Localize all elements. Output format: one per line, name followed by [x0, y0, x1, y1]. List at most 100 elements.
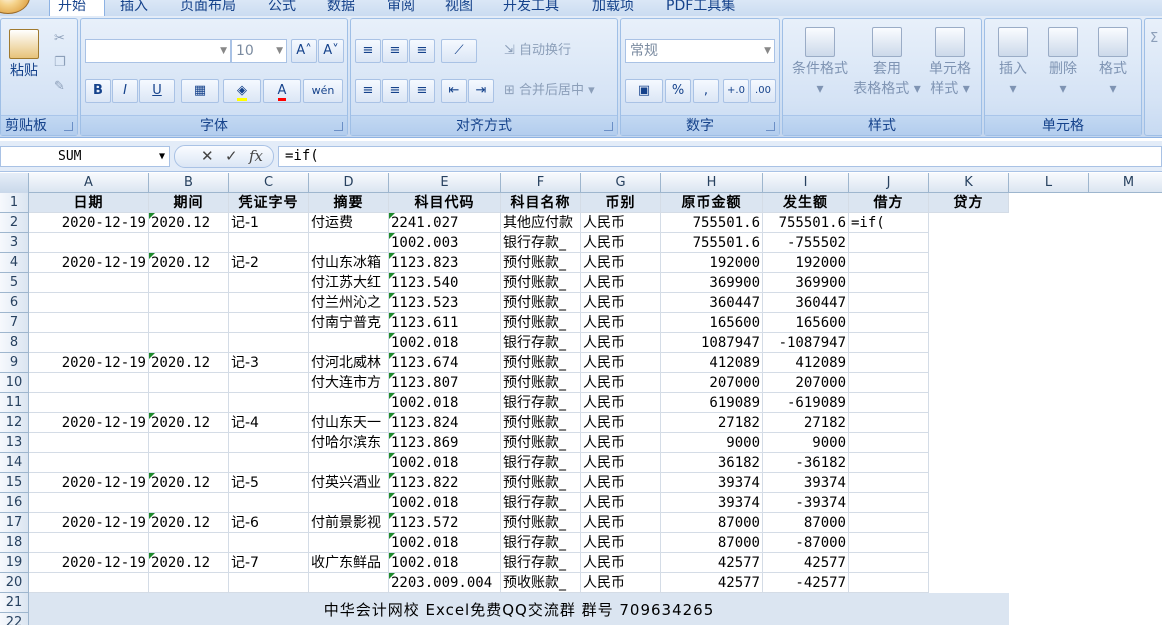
table-cell[interactable]: 银行存款_ — [501, 453, 581, 473]
table-cell[interactable]: 207000 — [661, 373, 763, 393]
table-cell[interactable] — [229, 393, 309, 413]
table-cell[interactable]: 1123.807 — [389, 373, 501, 393]
table-cell[interactable]: 27182 — [661, 413, 763, 433]
row-header-19[interactable]: 19 — [0, 553, 29, 573]
table-cell[interactable] — [229, 333, 309, 353]
cell-styles-button[interactable]: 单元格 样式 ▾ — [921, 27, 979, 99]
table-cell[interactable] — [149, 233, 229, 253]
tab-page-layout[interactable]: 页面布局 — [180, 0, 236, 16]
row-header-16[interactable]: 16 — [0, 493, 29, 513]
table-cell[interactable]: 42577 — [661, 573, 763, 593]
format-as-table-button[interactable]: 套用 表格格式 ▾ — [853, 27, 921, 99]
table-cell[interactable]: 1002.003 — [389, 233, 501, 253]
merge-center-button[interactable]: ⊞ 合并后居中 ▾ — [501, 79, 615, 103]
wrap-text-button[interactable]: ⇲ 自动换行 — [501, 39, 611, 63]
column-header-h[interactable]: H — [661, 173, 763, 193]
row-header-9[interactable]: 9 — [0, 353, 29, 373]
column-header-m[interactable]: M — [1089, 173, 1162, 193]
table-cell[interactable]: 预收账款_ — [501, 573, 581, 593]
table-cell[interactable]: 人民币 — [581, 213, 661, 233]
table-cell[interactable]: 人民币 — [581, 413, 661, 433]
table-cell[interactable]: 2020.12 — [149, 353, 229, 373]
table-cell[interactable]: 1123.611 — [389, 313, 501, 333]
table-cell[interactable] — [309, 393, 389, 413]
table-cell[interactable]: 619089 — [661, 393, 763, 413]
header-cell[interactable]: 贷方 — [929, 193, 1009, 213]
table-cell[interactable]: 1002.018 — [389, 533, 501, 553]
italic-button[interactable]: I — [112, 79, 138, 103]
font-name-select[interactable]: ▼ — [85, 39, 231, 63]
number-launcher-icon[interactable] — [766, 122, 775, 131]
table-cell[interactable] — [849, 373, 929, 393]
align-center-button[interactable]: ≡ — [382, 79, 408, 103]
header-cell[interactable]: 凭证字号 — [229, 193, 309, 213]
table-cell[interactable]: 87000 — [763, 513, 849, 533]
header-cell[interactable]: 科目名称 — [501, 193, 581, 213]
name-box[interactable]: SUM ▼ — [0, 146, 170, 167]
table-cell[interactable]: 付哈尔滨东 — [309, 433, 389, 453]
table-cell[interactable]: 9000 — [661, 433, 763, 453]
row-header-7[interactable]: 7 — [0, 313, 29, 333]
table-cell[interactable] — [849, 453, 929, 473]
table-cell[interactable] — [849, 433, 929, 453]
table-cell[interactable]: 人民币 — [581, 553, 661, 573]
table-cell[interactable] — [29, 313, 149, 333]
table-cell[interactable]: 收广东鲜品 — [309, 553, 389, 573]
column-header-d[interactable]: D — [309, 173, 389, 193]
table-cell[interactable] — [309, 493, 389, 513]
table-cell[interactable]: 人民币 — [581, 333, 661, 353]
table-cell[interactable]: 人民币 — [581, 373, 661, 393]
table-cell[interactable]: 付运费 — [309, 213, 389, 233]
alignment-launcher-icon[interactable] — [604, 122, 613, 131]
table-cell[interactable] — [149, 273, 229, 293]
header-cell[interactable]: 科目代码 — [389, 193, 501, 213]
tab-formulas[interactable]: 公式 — [268, 0, 296, 16]
conditional-format-button[interactable]: 条件格式 ▾ — [787, 27, 853, 99]
tab-addins[interactable]: 加载项 — [592, 0, 634, 16]
table-cell[interactable]: 人民币 — [581, 433, 661, 453]
tab-home[interactable]: 开始 — [49, 0, 105, 16]
table-cell[interactable]: 人民币 — [581, 473, 661, 493]
table-cell[interactable]: 9000 — [763, 433, 849, 453]
table-cell[interactable]: 预付账款_ — [501, 253, 581, 273]
cut-icon[interactable]: ✂ — [51, 27, 73, 47]
table-cell[interactable] — [229, 233, 309, 253]
table-cell[interactable] — [29, 293, 149, 313]
table-cell[interactable] — [149, 373, 229, 393]
office-button[interactable] — [0, 0, 30, 14]
table-cell[interactable] — [849, 313, 929, 333]
table-cell[interactable]: 预付账款_ — [501, 413, 581, 433]
table-cell[interactable] — [309, 453, 389, 473]
table-cell[interactable] — [149, 433, 229, 453]
table-cell[interactable]: 1002.018 — [389, 333, 501, 353]
decrease-decimal-button[interactable]: .00 — [750, 79, 776, 103]
table-cell[interactable] — [849, 513, 929, 533]
table-cell[interactable] — [849, 413, 929, 433]
table-cell[interactable]: 银行存款_ — [501, 533, 581, 553]
delete-cells-button[interactable]: 删除 ▾ — [1039, 27, 1087, 99]
table-cell[interactable] — [29, 453, 149, 473]
font-launcher-icon[interactable] — [334, 122, 343, 131]
row-header-12[interactable]: 12 — [0, 413, 29, 433]
table-cell[interactable] — [849, 393, 929, 413]
table-cell[interactable] — [29, 573, 149, 593]
row-header-17[interactable]: 17 — [0, 513, 29, 533]
comma-button[interactable]: , — [693, 79, 719, 103]
table-cell[interactable] — [229, 433, 309, 453]
table-cell[interactable] — [229, 453, 309, 473]
header-cell[interactable]: 摘要 — [309, 193, 389, 213]
table-cell[interactable]: 记-2 — [229, 253, 309, 273]
table-cell[interactable]: 369900 — [763, 273, 849, 293]
row-header-8[interactable]: 8 — [0, 333, 29, 353]
shrink-font-button[interactable]: A˅ — [318, 39, 344, 63]
table-cell[interactable]: 记-1 — [229, 213, 309, 233]
table-cell[interactable]: 预付账款_ — [501, 353, 581, 373]
table-cell[interactable] — [229, 493, 309, 513]
table-cell[interactable]: 1123.674 — [389, 353, 501, 373]
table-cell[interactable]: 2020.12 — [149, 553, 229, 573]
underline-button[interactable]: U — [139, 79, 175, 103]
table-cell[interactable]: 42577 — [763, 553, 849, 573]
table-cell[interactable]: 付山东冰箱 — [309, 253, 389, 273]
column-header-l[interactable]: L — [1009, 173, 1089, 193]
column-header-k[interactable]: K — [929, 173, 1009, 193]
